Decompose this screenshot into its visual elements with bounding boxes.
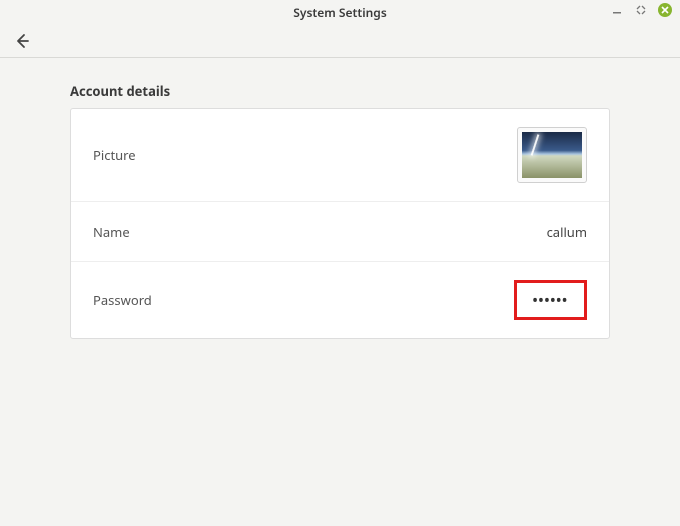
avatar-image bbox=[522, 132, 582, 178]
password-value[interactable]: •••••• bbox=[514, 280, 587, 320]
content-area: Account details Picture Name callum Pass… bbox=[0, 58, 680, 363]
headerbar bbox=[0, 24, 680, 58]
window-controls bbox=[610, 3, 672, 17]
row-name[interactable]: Name callum bbox=[71, 201, 609, 261]
avatar-picker[interactable] bbox=[517, 127, 587, 183]
titlebar: System Settings bbox=[0, 0, 680, 24]
minimize-icon[interactable] bbox=[610, 3, 624, 17]
name-value: callum bbox=[547, 223, 587, 241]
back-arrow-icon bbox=[13, 32, 31, 50]
password-label: Password bbox=[93, 291, 152, 309]
picture-label: Picture bbox=[93, 146, 136, 164]
row-picture: Picture bbox=[71, 109, 609, 201]
close-icon[interactable] bbox=[658, 3, 672, 17]
row-password[interactable]: Password •••••• bbox=[71, 261, 609, 338]
window-title: System Settings bbox=[293, 4, 386, 21]
name-label: Name bbox=[93, 223, 130, 241]
account-details-card: Picture Name callum Password •••••• bbox=[70, 108, 610, 339]
section-title: Account details bbox=[70, 82, 610, 100]
back-button[interactable] bbox=[10, 29, 34, 53]
maximize-icon[interactable] bbox=[634, 3, 648, 17]
